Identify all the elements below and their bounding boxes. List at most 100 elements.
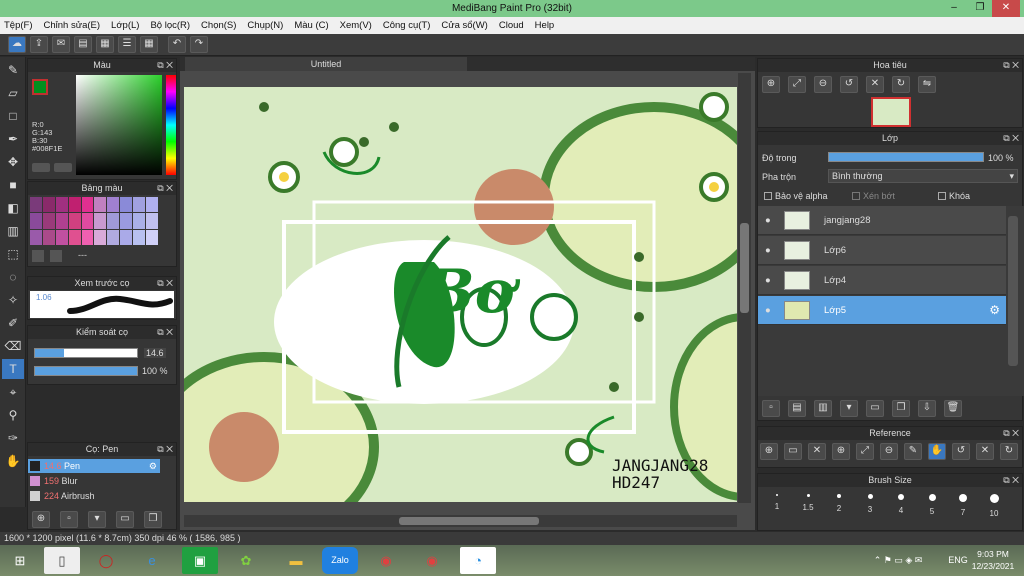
layer-scrollbar[interactable] — [1008, 216, 1018, 366]
palette-swatch[interactable] — [120, 213, 133, 229]
visibility-icon[interactable]: ● — [765, 236, 771, 265]
menu-tools[interactable]: Công cụ(T) — [383, 20, 431, 31]
palette-swatch[interactable] — [42, 197, 55, 213]
palette-swatch[interactable] — [107, 213, 120, 229]
trash-icon[interactable]: 🗑 — [944, 400, 962, 417]
app-icon[interactable]: ✿ — [228, 547, 264, 574]
brush-size-option[interactable]: 4 — [886, 488, 916, 515]
palette-swatch[interactable] — [55, 229, 68, 245]
opera-icon[interactable]: ◯ — [88, 547, 124, 574]
new-brush-icon[interactable]: ▫ — [60, 511, 78, 528]
layer-row[interactable]: ● jangjang28 — [758, 206, 1006, 235]
select-tool-icon[interactable]: ⬚ — [2, 244, 24, 264]
file-icon[interactable]: ▯ — [44, 547, 80, 574]
gear-icon[interactable]: ⚙ — [149, 459, 157, 473]
palette-swatch[interactable] — [55, 213, 68, 229]
tab-untitled[interactable]: Untitled — [185, 57, 467, 71]
clipping-checkbox[interactable] — [852, 192, 860, 200]
select-eraser-icon[interactable]: ⌫ — [2, 336, 24, 356]
folder-icon[interactable]: ▭ — [866, 400, 884, 417]
palette-swatch[interactable] — [68, 213, 81, 229]
hue-slider[interactable] — [166, 75, 176, 175]
duplicate-layer-icon[interactable]: ❐ — [892, 400, 910, 417]
saturation-value-picker[interactable] — [76, 75, 162, 175]
rotate-right-icon[interactable]: ↻ — [1000, 443, 1018, 460]
reset-icon[interactable]: ✕ — [976, 443, 994, 460]
palette-swatch[interactable] — [120, 197, 133, 213]
palette-swatch[interactable] — [68, 197, 81, 213]
protect-alpha-checkbox[interactable] — [764, 192, 772, 200]
fit-icon[interactable]: ⤢ — [856, 443, 874, 460]
brush-size-option[interactable]: 7 — [948, 488, 978, 517]
menu-window[interactable]: Cửa sổ(W) — [441, 20, 487, 31]
folder-icon[interactable]: ▬ — [278, 547, 314, 574]
close-button[interactable]: ✕ — [992, 0, 1020, 17]
brush-size-option[interactable]: 1 — [762, 488, 792, 511]
brush-size-slider[interactable] — [34, 348, 138, 358]
new-halftone-layer-icon[interactable]: ▤ — [788, 400, 806, 417]
eraser-tool-icon[interactable]: ▱ — [2, 83, 24, 103]
menu-filter[interactable]: Bộ lọc(R) — [150, 20, 190, 31]
drawing-canvas[interactable]: Bơ JANGJANG28 HD247 — [184, 87, 737, 502]
zalo-icon[interactable]: Zalo — [322, 547, 358, 574]
gradient-tool-icon[interactable]: ▥ — [2, 221, 24, 241]
chrome-profile-icon[interactable]: ◉ — [414, 547, 450, 574]
flip-icon[interactable]: ⇋ — [918, 76, 936, 93]
navigator-thumbnail[interactable] — [871, 97, 911, 127]
zoom-out-icon[interactable]: ⊖ — [814, 76, 832, 93]
system-tray-icons[interactable]: ⌃ ⚑ ▭ ◈ ✉ — [858, 547, 938, 574]
brush-item-airbrush[interactable]: 224 Airbrush — [28, 489, 160, 503]
document-icon[interactable]: ▤ — [74, 36, 92, 53]
redo-icon[interactable]: ↷ — [190, 36, 208, 53]
cloud-icon[interactable]: ☁ — [8, 36, 26, 53]
palette-swatch[interactable] — [81, 197, 94, 213]
palette-swatch[interactable] — [81, 229, 94, 245]
layer-row[interactable]: ● Lớp4 — [758, 266, 1006, 295]
palette-swatch[interactable] — [120, 229, 133, 245]
brush-item-blur[interactable]: 159 Blur — [28, 474, 160, 488]
folder-icon[interactable]: ▭ — [116, 511, 134, 528]
chrome-icon[interactable]: ◉ — [368, 547, 404, 574]
zoom-in-icon[interactable]: ⊕ — [762, 76, 780, 93]
fit-icon[interactable]: ⤢ — [788, 76, 806, 93]
select-pen-icon[interactable]: ✐ — [2, 313, 24, 333]
gear-icon[interactable]: ⚙ — [989, 296, 1000, 325]
magic-wand-icon[interactable]: ✧ — [2, 290, 24, 310]
store-icon[interactable]: ▣ — [182, 547, 218, 574]
undo-icon[interactable]: ↶ — [168, 36, 186, 53]
brush-opacity-value[interactable]: 100 % — [142, 366, 168, 376]
palette-swatch[interactable] — [68, 229, 81, 245]
panel-close-icon[interactable]: ⧉ ✕ — [157, 182, 173, 195]
palette-swatch[interactable] — [94, 197, 107, 213]
edge-icon[interactable]: e — [134, 547, 170, 574]
palette-swatch[interactable] — [133, 213, 146, 229]
close-reference-icon[interactable]: ✕ — [808, 443, 826, 460]
grid-icon[interactable]: ▦ — [140, 36, 158, 53]
palette-swatch[interactable] — [42, 229, 55, 245]
move-tool-icon[interactable]: ✥ — [2, 152, 24, 172]
blend-mode-select[interactable]: Bình thường ▾ — [828, 169, 1018, 183]
visibility-icon[interactable]: ● — [765, 206, 771, 235]
lasso-tool-icon[interactable]: ◌ — [2, 267, 24, 287]
panel-close-icon[interactable]: ⧉ ✕ — [157, 443, 173, 456]
panel-close-icon[interactable]: ⧉ ✕ — [157, 59, 173, 72]
dropper-icon[interactable]: ✑ — [2, 428, 24, 448]
palette-swatch[interactable] — [81, 213, 94, 229]
palette-swatch[interactable] — [146, 197, 158, 213]
horizontal-scrollbar[interactable] — [184, 515, 737, 527]
palette-swatch[interactable] — [146, 213, 158, 229]
panel-close-icon[interactable]: ⧉ ✕ — [1003, 132, 1019, 145]
lock-checkbox[interactable] — [938, 192, 946, 200]
medibang-icon[interactable]: ◔ — [460, 547, 496, 574]
list-icon[interactable]: ☰ — [118, 36, 136, 53]
palette-swatch[interactable] — [42, 213, 55, 229]
new-layer-icon[interactable]: ▫ — [762, 400, 780, 417]
zoom-in-icon[interactable]: ⊕ — [832, 443, 850, 460]
palette-swatch[interactable] — [146, 229, 158, 245]
menu-file[interactable]: Tệp(F) — [4, 20, 33, 31]
new-palette-icon[interactable] — [32, 250, 44, 262]
brush-item-pen[interactable]: 14.6 Pen ⚙ — [28, 459, 160, 473]
reset-view-icon[interactable]: ✕ — [866, 76, 884, 93]
brush-size-option[interactable]: 10 — [979, 488, 1009, 518]
rotate-left-icon[interactable]: ↺ — [840, 76, 858, 93]
